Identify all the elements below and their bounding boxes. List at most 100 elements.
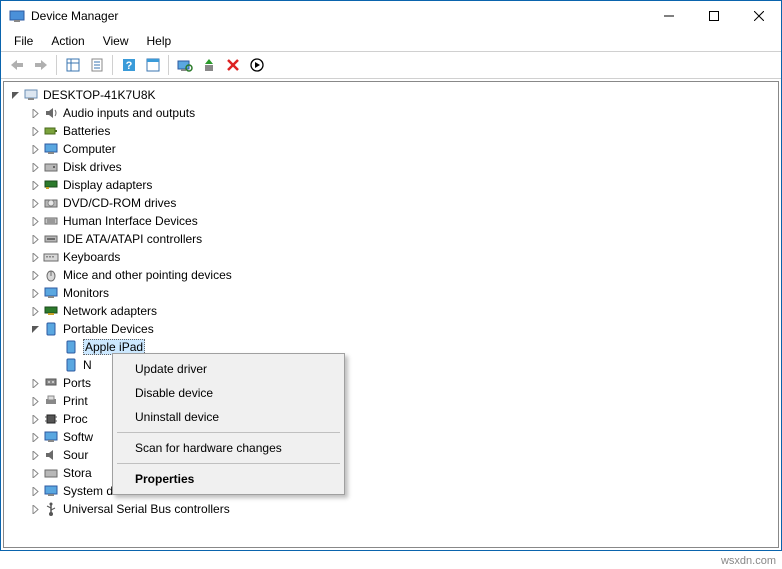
portable-device-icon [63,357,79,373]
processor-icon [43,411,59,427]
tree-label: Keyboards [63,250,120,264]
expand-icon[interactable] [28,394,42,408]
tree-item-network[interactable]: Network adapters [26,302,776,320]
expand-icon[interactable] [28,286,42,300]
sound-icon [43,447,59,463]
tree-label: Stora [63,466,92,480]
expand-icon[interactable] [28,376,42,390]
printer-icon [43,393,59,409]
expand-icon[interactable] [28,124,42,138]
expand-icon[interactable] [28,304,42,318]
tree-label: DESKTOP-41K7U8K [43,88,156,102]
tree-item-computer[interactable]: Computer [26,140,776,158]
disk-icon [43,159,59,175]
tree-item-mice[interactable]: Mice and other pointing devices [26,266,776,284]
mouse-icon [43,267,59,283]
tree-label: Batteries [63,124,110,138]
expand-icon[interactable] [28,250,42,264]
maximize-button[interactable] [691,1,736,31]
ctx-separator [117,463,340,464]
menu-file[interactable]: File [7,33,40,49]
tree-label: Proc [63,412,88,426]
context-menu: Update driver Disable device Uninstall d… [112,353,345,495]
storage-icon [43,465,59,481]
ide-icon [43,231,59,247]
tree-label: Network adapters [63,304,157,318]
ctx-update-driver[interactable]: Update driver [115,357,342,381]
tree-item-keyboards[interactable]: Keyboards [26,248,776,266]
tree-root[interactable]: DESKTOP-41K7U8K [6,86,776,104]
keyboard-icon [43,249,59,265]
tree-item-monitors[interactable]: Monitors [26,284,776,302]
tree-label: Audio inputs and outputs [63,106,195,120]
tree-label: Monitors [63,286,109,300]
computer-icon [23,87,39,103]
tree-label: Softw [63,430,93,444]
tree-item-usb[interactable]: Universal Serial Bus controllers [26,500,776,518]
minimize-button[interactable] [646,1,691,31]
tree-label: Print [63,394,88,408]
expand-icon[interactable] [28,466,42,480]
hid-icon [43,213,59,229]
tree-item-audio[interactable]: Audio inputs and outputs [26,104,776,122]
tree-item-diskdrives[interactable]: Disk drives [26,158,776,176]
collapse-icon[interactable] [8,88,22,102]
ctx-scan-hardware[interactable]: Scan for hardware changes [115,436,342,460]
expand-icon[interactable] [28,214,42,228]
tree-item-ide[interactable]: IDE ATA/ATAPI controllers [26,230,776,248]
tree-label: Universal Serial Bus controllers [63,502,230,516]
close-button[interactable] [736,1,781,31]
expand-icon[interactable] [28,160,42,174]
tree-label: Ports [63,376,91,390]
expand-icon[interactable] [28,430,42,444]
back-button[interactable] [5,54,28,76]
tree-label: Disk drives [63,160,122,174]
collapse-icon[interactable] [28,322,42,336]
monitor-icon [43,285,59,301]
expand-icon[interactable] [28,448,42,462]
tree-item-portable[interactable]: Portable Devices [26,320,776,338]
system-icon [43,483,59,499]
tree-label: Computer [63,142,116,156]
help-button[interactable]: ? [117,54,140,76]
watermark: wsxdn.com [721,555,776,567]
scan-hardware-button[interactable] [173,54,196,76]
tree-label: IDE ATA/ATAPI controllers [63,232,202,246]
update-driver-button[interactable] [197,54,220,76]
expand-icon[interactable] [28,412,42,426]
forward-button[interactable] [29,54,52,76]
uninstall-button[interactable] [221,54,244,76]
toolbar-separator [112,55,113,75]
toolbar-separator [168,55,169,75]
ports-icon [43,375,59,391]
menu-action[interactable]: Action [44,33,91,49]
tree-item-display[interactable]: Display adapters [26,176,776,194]
menu-view[interactable]: View [96,33,136,49]
battery-icon [43,123,59,139]
ctx-disable-device[interactable]: Disable device [115,381,342,405]
ctx-properties[interactable]: Properties [115,467,342,491]
expand-icon[interactable] [28,142,42,156]
ctx-uninstall-device[interactable]: Uninstall device [115,405,342,429]
show-hide-tree-button[interactable] [61,54,84,76]
menu-help[interactable]: Help [140,33,179,49]
window-controls [646,1,781,31]
app-icon [9,8,25,24]
tree-label: Sour [63,448,88,462]
tree-item-hid[interactable]: Human Interface Devices [26,212,776,230]
disable-button[interactable] [245,54,268,76]
network-icon [43,303,59,319]
tree-item-batteries[interactable]: Batteries [26,122,776,140]
properties-button[interactable] [85,54,108,76]
expand-icon[interactable] [28,484,42,498]
window-title: Device Manager [31,9,646,23]
expand-icon[interactable] [28,502,42,516]
computer-icon [43,141,59,157]
help-topics-button[interactable] [141,54,164,76]
expand-icon[interactable] [28,106,42,120]
expand-icon[interactable] [28,268,42,282]
expand-icon[interactable] [28,178,42,192]
expand-icon[interactable] [28,232,42,246]
expand-icon[interactable] [28,196,42,210]
tree-item-dvd[interactable]: DVD/CD-ROM drives [26,194,776,212]
